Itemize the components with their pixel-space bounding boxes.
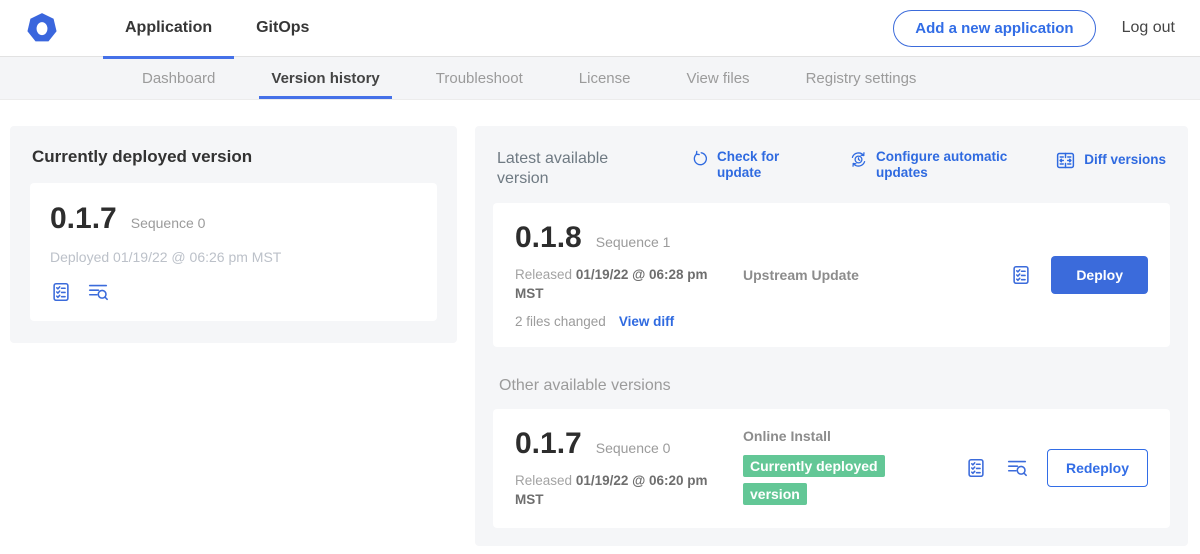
other-version-source: Online Install Currently deployed versio… bbox=[743, 427, 955, 510]
latest-released-timestamp: Released 01/19/22 @ 06:28 pm MST bbox=[515, 266, 720, 304]
subnav-item-registry-settings[interactable]: Registry settings bbox=[778, 57, 945, 99]
diff-icon bbox=[1055, 150, 1076, 171]
check-for-update-label: Check for update bbox=[717, 149, 813, 181]
preflight-checks-icon[interactable] bbox=[50, 281, 72, 303]
deployed-version-number: 0.1.7 bbox=[50, 202, 117, 236]
preflight-checks-icon[interactable] bbox=[965, 457, 987, 479]
subnav-label-license: License bbox=[579, 70, 631, 87]
deploy-button[interactable]: Deploy bbox=[1051, 256, 1148, 294]
currently-deployed-badge-wrap: Currently deployed version bbox=[743, 453, 901, 509]
subnav-label-version-history: Version history bbox=[271, 70, 379, 87]
currently-deployed-badge: Currently deployed version bbox=[743, 455, 885, 505]
redeploy-button[interactable]: Redeploy bbox=[1047, 449, 1148, 487]
tab-application[interactable]: Application bbox=[103, 0, 234, 57]
tab-gitops-label: GitOps bbox=[256, 19, 309, 37]
available-versions-panel: Latest available version Check for updat… bbox=[475, 126, 1188, 546]
subnav-label-registry-settings: Registry settings bbox=[806, 70, 917, 87]
available-versions-header: Latest available version Check for updat… bbox=[491, 142, 1172, 189]
subnav-item-view-files[interactable]: View files bbox=[658, 57, 777, 99]
tab-application-label: Application bbox=[125, 19, 212, 37]
version-history-page: Currently deployed version 0.1.7 Sequenc… bbox=[0, 100, 1200, 554]
subnav-item-dashboard[interactable]: Dashboard bbox=[114, 57, 243, 99]
app-subnav: Dashboard Version history Troubleshoot L… bbox=[0, 57, 1200, 100]
online-install-label: Online Install bbox=[743, 428, 955, 444]
subnav-label-dashboard: Dashboard bbox=[142, 70, 215, 87]
logout-link[interactable]: Log out bbox=[1122, 19, 1175, 37]
latest-available-title: Latest available version bbox=[497, 149, 625, 189]
deployed-version-card: 0.1.7 Sequence 0 Deployed 01/19/22 @ 06:… bbox=[30, 183, 437, 321]
latest-version-number: 0.1.8 bbox=[515, 221, 582, 255]
other-version-number: 0.1.7 bbox=[515, 427, 582, 461]
released-label: Released bbox=[515, 267, 572, 282]
other-sequence-label: Sequence 0 bbox=[596, 440, 671, 456]
subnav-item-version-history[interactable]: Version history bbox=[243, 57, 407, 99]
top-navbar: Application GitOps Add a new application… bbox=[0, 0, 1200, 57]
deploy-logs-icon[interactable] bbox=[87, 281, 109, 303]
currently-deployed-card: Currently deployed version 0.1.7 Sequenc… bbox=[10, 126, 457, 343]
tab-gitops[interactable]: GitOps bbox=[234, 0, 331, 57]
subnav-label-troubleshoot: Troubleshoot bbox=[436, 70, 523, 87]
configure-automatic-updates-label: Configure automatic updates bbox=[876, 149, 1017, 181]
version-card-other: 0.1.7 Sequence 0 Released 01/19/22 @ 06:… bbox=[493, 409, 1170, 528]
diff-versions-label: Diff versions bbox=[1084, 152, 1166, 168]
released-label: Released bbox=[515, 473, 572, 488]
other-available-versions-title: Other available versions bbox=[499, 377, 1172, 395]
configure-automatic-updates-button[interactable]: Configure automatic updates bbox=[849, 149, 1017, 181]
currently-deployed-title: Currently deployed version bbox=[32, 147, 437, 167]
subnav-label-view-files: View files bbox=[686, 70, 749, 87]
other-released-timestamp: Released 01/19/22 @ 06:20 pm MST bbox=[515, 472, 720, 510]
latest-version-source: Upstream Update bbox=[743, 221, 1000, 329]
add-application-button[interactable]: Add a new application bbox=[893, 10, 1095, 47]
deployed-sequence-label: Sequence 0 bbox=[131, 215, 206, 231]
app-logo[interactable] bbox=[25, 11, 59, 45]
diff-versions-button[interactable]: Diff versions bbox=[1055, 149, 1166, 171]
other-version-actions: Redeploy bbox=[955, 427, 1148, 510]
subnav-item-license[interactable]: License bbox=[551, 57, 659, 99]
latest-version-info: 0.1.8 Sequence 1 Released 01/19/22 @ 06:… bbox=[515, 221, 743, 329]
files-changed-label: 2 files changed bbox=[515, 314, 606, 329]
other-version-info: 0.1.7 Sequence 0 Released 01/19/22 @ 06:… bbox=[515, 427, 743, 510]
latest-sequence-label: Sequence 1 bbox=[596, 234, 671, 250]
topbar-right: Add a new application Log out bbox=[893, 10, 1175, 47]
latest-version-actions: Deploy bbox=[1000, 221, 1148, 329]
deploy-logs-icon[interactable] bbox=[1006, 457, 1028, 479]
upstream-update-label: Upstream Update bbox=[743, 267, 1000, 283]
preflight-checks-icon[interactable] bbox=[1010, 264, 1032, 286]
auto-update-icon bbox=[849, 150, 868, 169]
check-for-update-button[interactable]: Check for update bbox=[691, 149, 813, 181]
refresh-icon bbox=[691, 150, 709, 168]
kots-logo-icon bbox=[25, 11, 59, 45]
version-card-latest: 0.1.8 Sequence 1 Released 01/19/22 @ 06:… bbox=[493, 203, 1170, 347]
deployed-timestamp: Deployed 01/19/22 @ 06:26 pm MST bbox=[50, 249, 417, 265]
view-diff-link[interactable]: View diff bbox=[619, 314, 674, 329]
subnav-item-troubleshoot[interactable]: Troubleshoot bbox=[408, 57, 551, 99]
